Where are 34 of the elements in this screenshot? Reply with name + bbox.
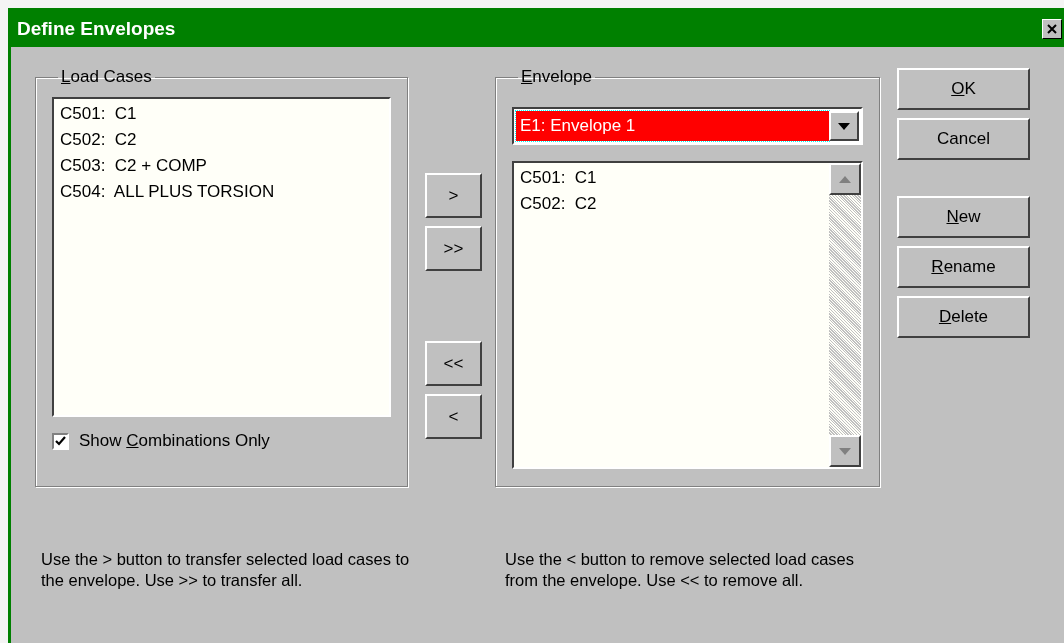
transfer-button[interactable]: > xyxy=(425,173,482,218)
group-title: Envelope xyxy=(520,67,593,87)
caret-icon xyxy=(838,122,850,130)
list-item[interactable]: C502: C2 xyxy=(520,191,823,217)
list-item[interactable]: C501: C1 xyxy=(60,101,383,127)
dropdown-button[interactable] xyxy=(829,111,859,141)
dialog-button[interactable]: Cancel xyxy=(897,118,1030,160)
transfer-button[interactable]: >> xyxy=(425,226,482,271)
down-arrow-icon xyxy=(839,447,851,455)
list-item[interactable]: C504: ALL PLUS TORSION xyxy=(60,179,383,205)
list-item[interactable]: C502: C2 xyxy=(60,127,383,153)
list-item[interactable]: C503: C2 + COMP xyxy=(60,153,383,179)
up-arrow-icon xyxy=(839,175,851,183)
envelope-dropdown[interactable]: E1: Envelope 1 xyxy=(512,107,863,145)
scroll-down-button[interactable] xyxy=(829,435,861,467)
scrollbar[interactable] xyxy=(829,163,861,467)
dialog-button[interactable]: New xyxy=(897,196,1030,238)
dialog-button[interactable]: Delete xyxy=(897,296,1030,338)
group-title: Load Cases xyxy=(60,67,153,87)
close-icon xyxy=(1047,24,1057,34)
help-text: Use the > button to transfer selected load cases to the envelope. Use >> to transfer all. xyxy=(41,549,411,591)
checkbox[interactable] xyxy=(52,432,69,450)
list-item[interactable]: C501: C1 xyxy=(520,165,823,191)
window-title: Define Envelopes xyxy=(17,18,176,40)
close-button[interactable] xyxy=(1042,19,1062,39)
checkbox-label[interactable]: Show Combinations Only xyxy=(79,431,270,451)
load-cases-list[interactable]: C501: C1 C502: C2 C503: C2 + COMP C504: ALL PLUS TORSION xyxy=(52,97,391,417)
help-text: Use the < button to remove selected load cases from the envelope. Use << to remove all. xyxy=(505,549,855,591)
scroll-up-button[interactable] xyxy=(829,163,861,195)
dialog-button[interactable]: Rename xyxy=(897,246,1030,288)
remove-button[interactable]: << xyxy=(425,341,482,386)
dialog-button[interactable]: OK xyxy=(897,68,1030,110)
remove-button[interactable]: < xyxy=(425,394,482,439)
envelope-list[interactable]: C501: C1 C502: C2 xyxy=(512,161,863,469)
